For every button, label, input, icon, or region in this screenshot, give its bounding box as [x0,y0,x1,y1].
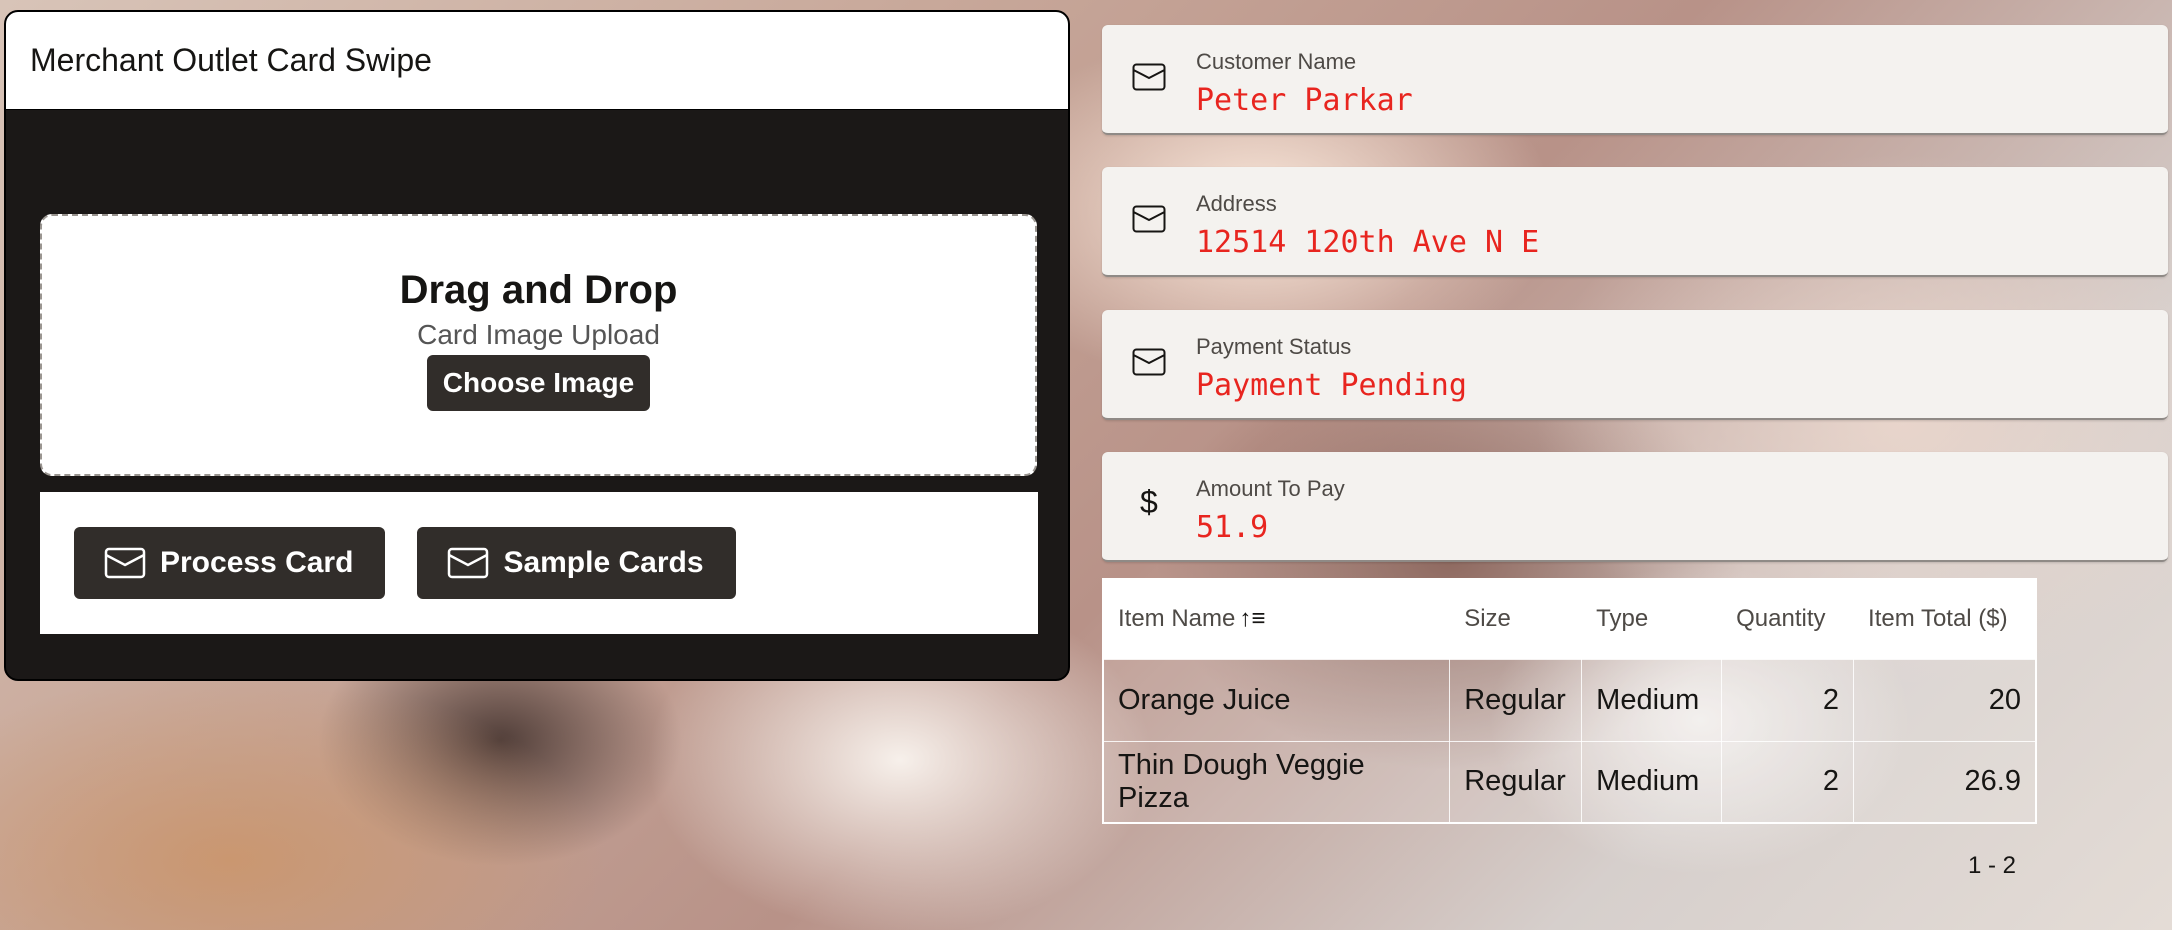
payment-status-field: Payment Status Payment Pending [1102,310,2168,420]
column-header-item-name[interactable]: Item Name ↑≡ [1102,578,1451,660]
column-header-label: Size [1464,605,1511,633]
card-icon [1132,63,1166,91]
pagination-range: 1 - 2 [1968,852,2017,879]
table-header-row: Item Name ↑≡ Size Type Quantity Item Tota… [1102,578,2037,660]
sample-cards-label: Sample Cards [503,546,704,579]
column-header-size[interactable]: Size [1449,578,1583,660]
panel-header: Merchant Outlet Card Swipe [6,12,1068,110]
column-header-type[interactable]: Type [1581,578,1723,660]
cell-item-total: 26.9 [1853,740,2037,824]
customer-name-value: Peter Parkar [1196,83,1413,118]
cell-size: Regular [1449,658,1583,742]
process-card-label: Process Card [160,546,354,579]
dropzone-subtitle: Card Image Upload [417,319,660,350]
action-bar: Process Card Sample Cards [40,492,1038,634]
merchant-panel: Merchant Outlet Card Swipe Drag and Drop… [4,10,1070,681]
cell-quantity: 2 [1721,658,1855,742]
amount-to-pay-value: 51.9 [1196,510,1269,545]
cell-item-name: Orange Juice [1102,658,1451,742]
table-row[interactable]: Thin Dough Veggie Pizza Regular Medium 2… [1102,740,2037,824]
sort-ascending-icon[interactable]: ↑≡ [1239,605,1265,632]
choose-image-button[interactable]: Choose Image [426,355,651,411]
column-header-item-total[interactable]: Item Total ($) [1853,578,2037,660]
column-header-label: Item Name [1118,605,1236,633]
address-value: 12514 120th Ave N E [1196,225,1540,260]
customer-name-field: Customer Name Peter Parkar [1102,25,2168,135]
cell-item-total: 20 [1853,658,2037,742]
dollar-icon: $ [1140,484,1158,520]
image-dropzone[interactable]: Drag and Drop Card Image Upload Choose I… [40,214,1037,476]
card-icon [1132,205,1166,233]
amount-to-pay-label: Amount To Pay [1196,476,1345,501]
card-icon [1132,348,1166,376]
column-header-label: Item Total ($) [1868,605,2008,633]
customer-name-label: Customer Name [1196,49,1357,74]
column-header-quantity[interactable]: Quantity [1721,578,1855,660]
page-title: Merchant Outlet Card Swipe [30,42,432,78]
amount-to-pay-field: $ Amount To Pay 51.9 [1102,452,2168,562]
card-icon [448,547,489,579]
cell-type: Medium [1581,658,1723,742]
order-items-table: Item Name ↑≡ Size Type Quantity Item Tota… [1102,578,2037,824]
sample-cards-button[interactable]: Sample Cards [417,527,736,599]
address-label: Address [1196,191,1277,216]
payment-status-value: Payment Pending [1196,368,1467,403]
card-icon [104,547,146,579]
payment-status-label: Payment Status [1196,334,1352,359]
column-header-label: Type [1596,605,1649,633]
cell-type: Medium [1581,740,1723,824]
cell-quantity: 2 [1721,740,1855,824]
dropzone-title: Drag and Drop [399,268,678,312]
cell-item-name: Thin Dough Veggie Pizza [1102,740,1451,824]
process-card-button[interactable]: Process Card [74,527,386,599]
table-row[interactable]: Orange Juice Regular Medium 2 20 [1102,658,2037,742]
cell-size: Regular [1449,740,1583,824]
column-header-label: Quantity [1736,605,1826,633]
address-field: Address 12514 120th Ave N E [1102,167,2168,277]
